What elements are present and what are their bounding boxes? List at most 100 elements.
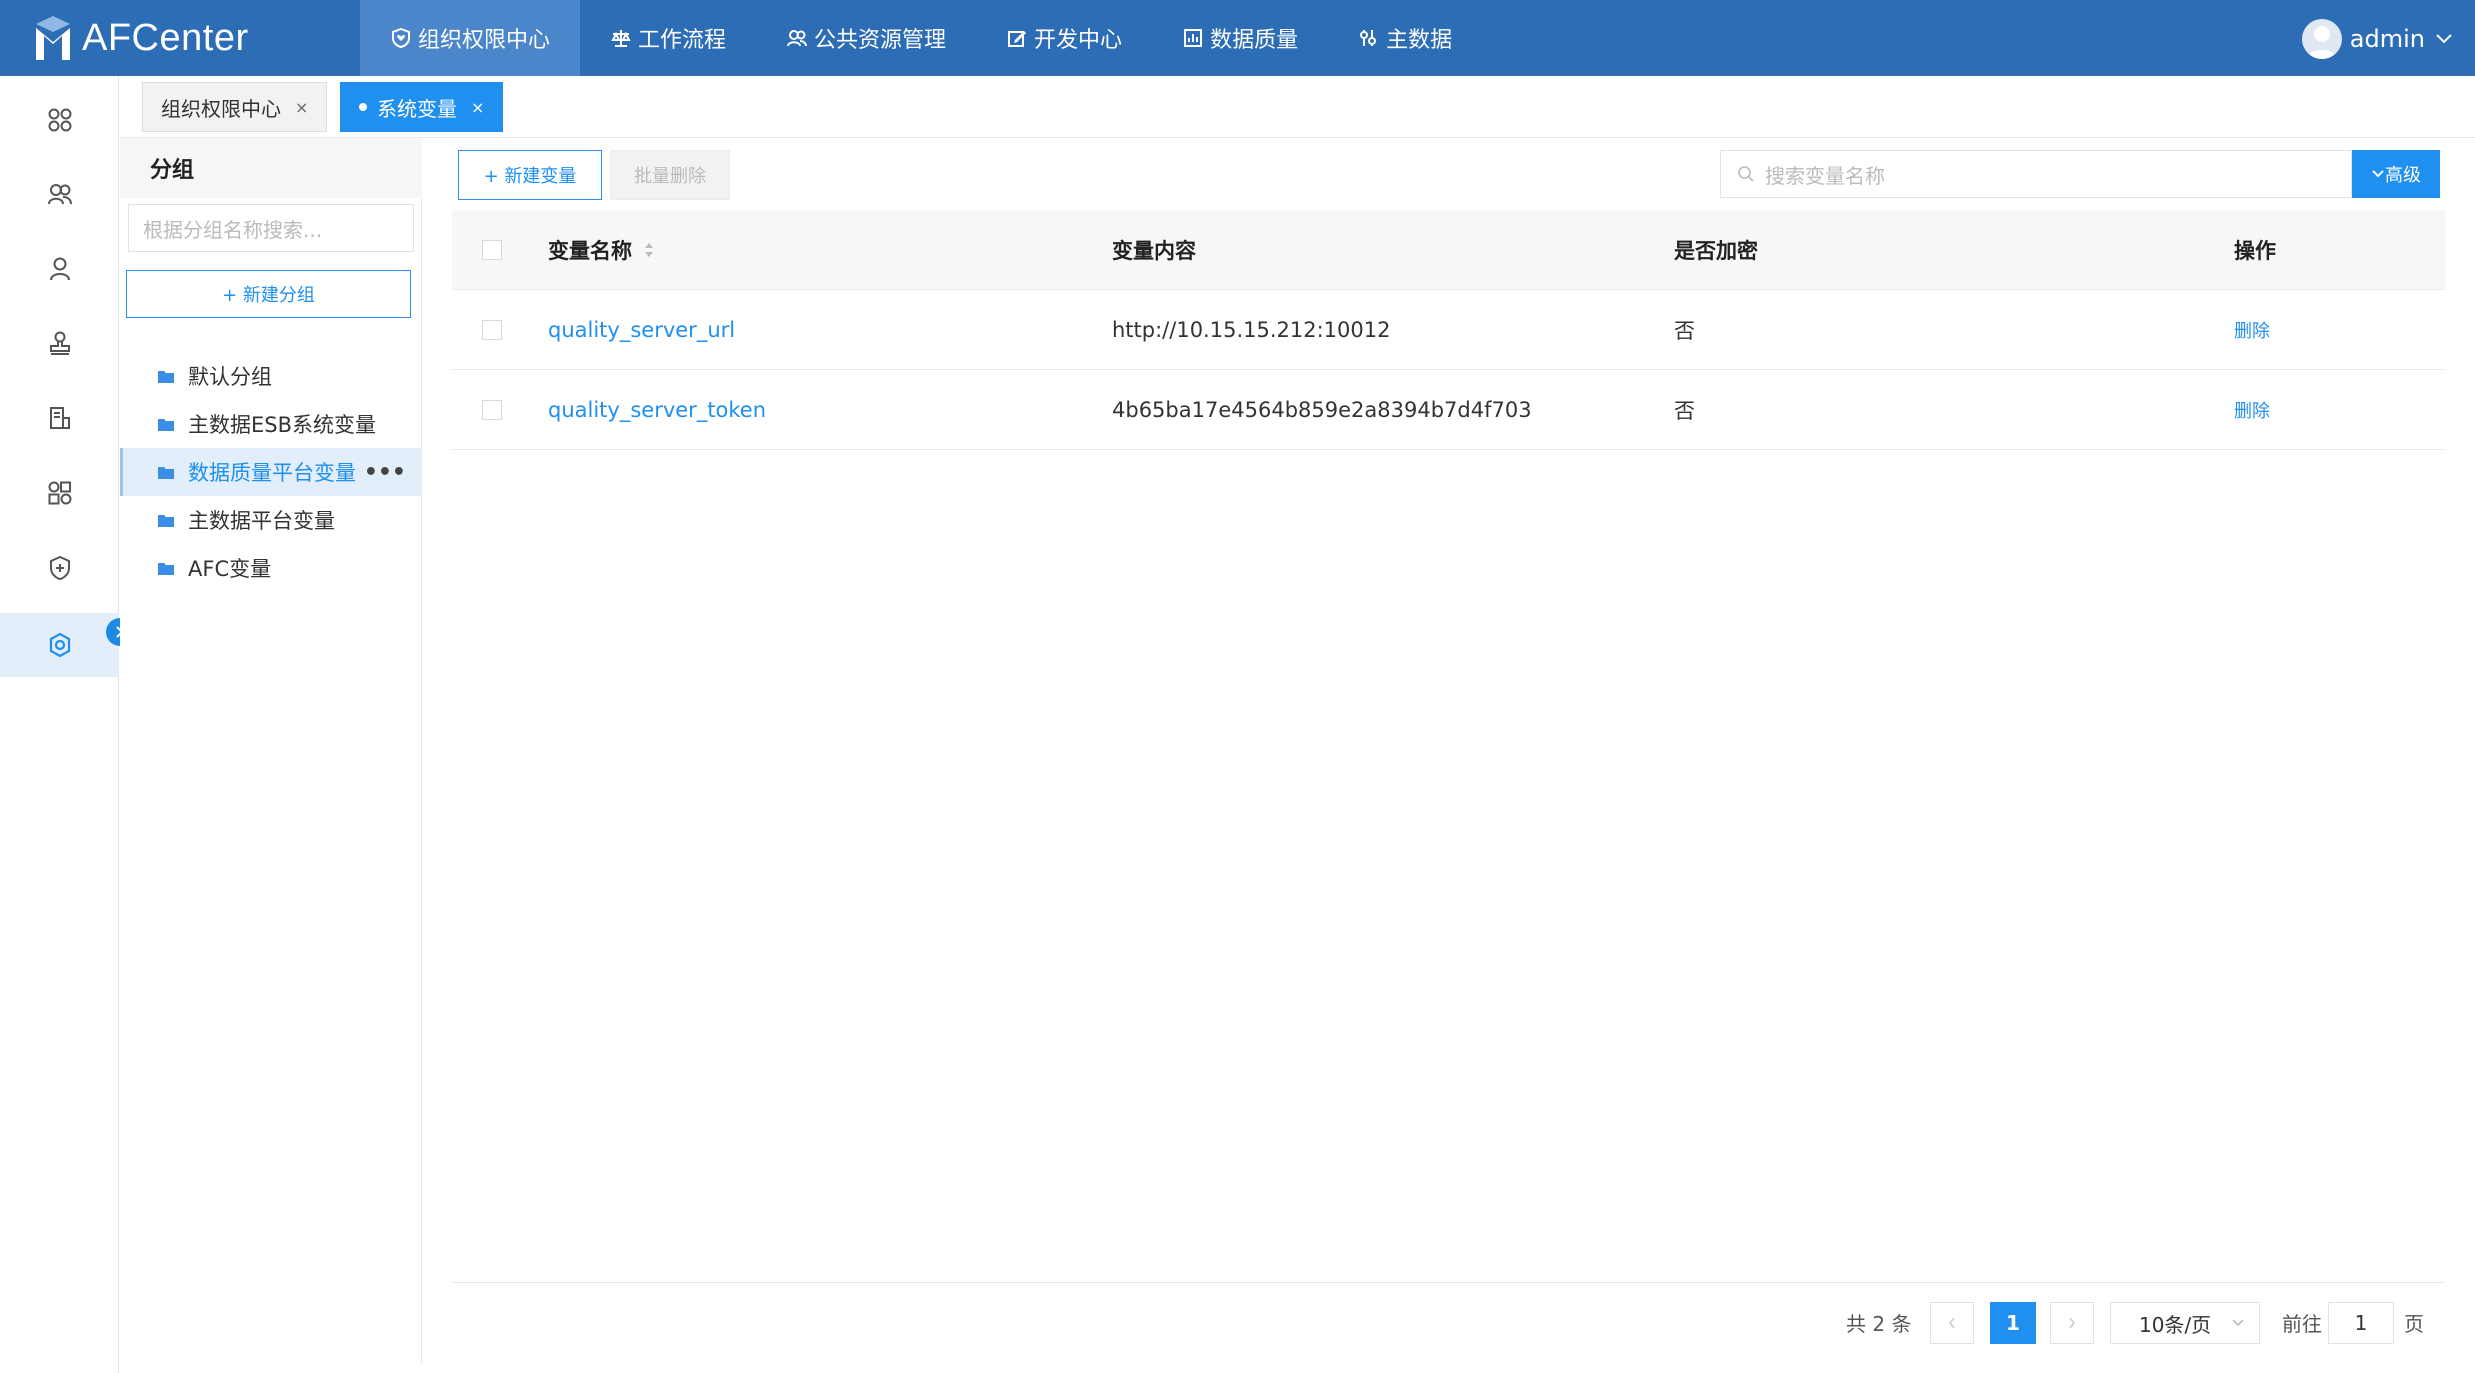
group-search-input[interactable]: 根据分组名称搜索...: [128, 204, 414, 252]
column-header-encrypted: 是否加密: [1674, 238, 1758, 263]
nav-item-data-quality[interactable]: 数据质量: [1152, 0, 1328, 76]
tab-org-permission[interactable]: 组织权限中心 ×: [142, 82, 328, 132]
page-number-button[interactable]: 1: [1990, 1302, 2036, 1344]
top-nav: 组织权限中心 工作流程 公共资源管理 开发中心 数据质量 主数据: [360, 0, 1482, 76]
chart-icon: [1184, 29, 1203, 47]
scale-icon: [611, 30, 631, 47]
user-menu[interactable]: admin: [2301, 18, 2453, 60]
group-item[interactable]: 默认分组: [120, 352, 422, 400]
nav-label: 主数据: [1386, 28, 1453, 53]
group-panel-title: 分组: [120, 138, 422, 198]
sidebar-item-settings[interactable]: [0, 613, 119, 677]
sidebar-item-dashboard[interactable]: [0, 88, 119, 152]
folder-icon: [158, 419, 174, 431]
pagination-total: 共 2 条: [1846, 1311, 1912, 1336]
batch-delete-button[interactable]: 批量删除: [610, 150, 730, 200]
top-header: AFCenter 组织权限中心 工作流程 公共资源管理 开发中心 数据质量 主数…: [0, 0, 2475, 76]
group-item[interactable]: 主数据ESB系统变量: [120, 400, 422, 448]
delete-link[interactable]: 删除: [2234, 317, 2270, 343]
sort-icon[interactable]: [642, 240, 656, 260]
tab-bar: 组织权限中心 × 系统变量 ×: [120, 76, 2475, 138]
sidebar-item-groups[interactable]: [0, 162, 119, 226]
advanced-label: 高级: [2385, 165, 2421, 186]
nav-label: 工作流程: [638, 28, 727, 53]
variable-encrypted: 否: [1674, 318, 1695, 343]
group-item-label: 主数据平台变量: [188, 509, 335, 533]
table-header: 变量名称 变量内容 是否加密 操作: [452, 210, 2445, 290]
apps-icon: [48, 481, 71, 505]
folder-icon: [158, 467, 174, 479]
table-row: quality_server_token 4b65ba17e4564b859e2…: [452, 370, 2445, 450]
group-panel: 分组 根据分组名称搜索... + 新建分组 默认分组 主数据ESB系统变量 数据…: [120, 138, 422, 1363]
column-header-content: 变量内容: [1112, 238, 1196, 263]
nav-label: 组织权限中心: [418, 28, 551, 53]
row-checkbox[interactable]: [482, 399, 502, 420]
nav-label: 公共资源管理: [814, 28, 947, 53]
folder-icon: [158, 371, 174, 383]
pagination-divider: [452, 1282, 2445, 1283]
active-dot: [359, 103, 367, 111]
variable-name-link[interactable]: quality_server_url: [548, 318, 735, 342]
nav-item-master-data[interactable]: 主数据: [1328, 0, 1482, 76]
folder-icon: [158, 563, 174, 575]
next-page-button[interactable]: [2050, 1302, 2094, 1344]
group-item-label: 数据质量平台变量: [188, 461, 356, 485]
folder-icon: [158, 515, 174, 527]
column-header-name[interactable]: 变量名称: [548, 235, 656, 265]
edit-icon: [1008, 31, 1027, 47]
chevron-down-icon: [2436, 34, 2452, 44]
nav-item-dev-center[interactable]: 开发中心: [976, 0, 1152, 76]
goto-page-input[interactable]: 1: [2328, 1302, 2394, 1344]
sidebar-item-user[interactable]: [0, 237, 119, 301]
tab-close-icon[interactable]: ×: [471, 98, 484, 117]
sort-arrows-icon: [645, 242, 653, 257]
new-variable-button[interactable]: + 新建变量: [458, 150, 602, 200]
search-placeholder: 搜索变量名称: [1765, 163, 1885, 188]
group-item[interactable]: AFC变量: [120, 544, 422, 592]
sidebar-item-role[interactable]: [0, 311, 119, 375]
nav-item-org-permission[interactable]: 组织权限中心: [360, 0, 581, 76]
grid-icon: [48, 108, 71, 132]
user-name: admin: [2349, 25, 2425, 53]
tab-close-icon[interactable]: ×: [295, 98, 308, 117]
nav-item-workflow[interactable]: 工作流程: [580, 0, 756, 76]
sidebar-item-document[interactable]: [0, 386, 119, 450]
page-suffix: 页: [2404, 1311, 2424, 1336]
chevron-down-icon: [2372, 170, 2384, 178]
users-icon: [787, 30, 808, 47]
tab-label: 系统变量: [377, 96, 457, 121]
main-content: + 新建变量 批量删除 搜索变量名称 高级 变量名称 变量内容 是否加密 操作 …: [452, 138, 2445, 1373]
group-item-label: AFC变量: [188, 557, 272, 581]
user-avatar-icon: [2306, 26, 2337, 59]
row-checkbox[interactable]: [482, 319, 502, 340]
group-item-selected[interactable]: 数据质量平台变量 •••: [120, 448, 422, 496]
settings-tools-icon: [1360, 30, 1377, 46]
document-icon: [49, 407, 70, 429]
advanced-search-button[interactable]: 高级: [2352, 150, 2440, 198]
tab-system-variables[interactable]: 系统变量 ×: [340, 82, 504, 132]
variable-content: 4b65ba17e4564b859e2a8394b7d4f703: [1112, 397, 1532, 422]
goto-label: 前往: [2282, 1311, 2322, 1336]
users-icon: [47, 184, 72, 205]
select-all-checkbox[interactable]: [482, 239, 502, 260]
delete-link[interactable]: 删除: [2234, 397, 2270, 423]
sidebar-item-apps[interactable]: [0, 461, 119, 525]
user-icon: [49, 257, 70, 281]
group-item[interactable]: 主数据平台变量: [120, 496, 422, 544]
nav-label: 数据质量: [1210, 28, 1299, 53]
page-size-value: 10条/页: [2139, 1312, 2212, 1337]
group-item-label: 默认分组: [188, 365, 272, 389]
variable-search-input[interactable]: 搜索变量名称: [1720, 150, 2352, 198]
side-nav: [0, 76, 119, 1373]
more-icon[interactable]: •••: [364, 460, 406, 485]
nav-item-public-resources[interactable]: 公共资源管理: [756, 0, 976, 76]
prev-page-button[interactable]: [1930, 1302, 1974, 1344]
sidebar-item-security[interactable]: [0, 536, 119, 600]
table-row: quality_server_url http://10.15.15.212:1…: [452, 290, 2445, 370]
app-logo[interactable]: AFCenter: [32, 10, 249, 66]
new-group-button[interactable]: + 新建分组: [126, 270, 411, 318]
variable-content: http://10.15.15.212:10012: [1112, 317, 1391, 342]
page-size-select[interactable]: 10条/页: [2110, 1302, 2260, 1344]
variable-name-link[interactable]: quality_server_token: [548, 398, 766, 422]
chevron-right-icon: [2069, 1317, 2076, 1329]
